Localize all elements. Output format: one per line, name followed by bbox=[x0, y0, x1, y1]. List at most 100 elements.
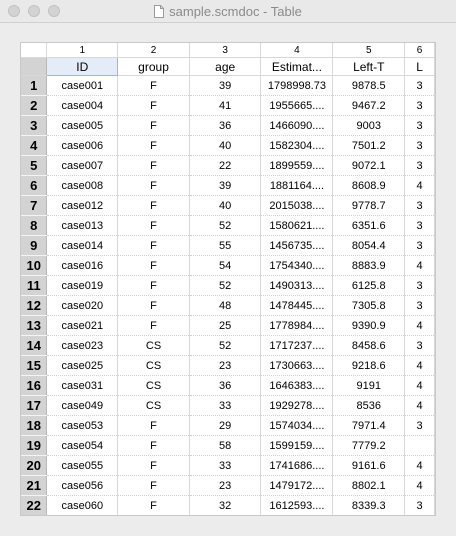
table-cell[interactable]: F bbox=[117, 455, 190, 476]
table-cell[interactable]: CS bbox=[117, 395, 190, 416]
table-cell[interactable]: 55 bbox=[189, 235, 262, 256]
table-cell[interactable]: 4 bbox=[404, 455, 435, 476]
row-number[interactable]: 15 bbox=[21, 355, 48, 376]
table-cell[interactable]: 29 bbox=[189, 415, 262, 436]
table-cell[interactable]: 3 bbox=[404, 235, 435, 256]
table-cell[interactable]: F bbox=[117, 295, 190, 316]
column-header[interactable]: L bbox=[404, 57, 435, 76]
table-cell[interactable]: 6351.6 bbox=[332, 215, 406, 236]
table-cell[interactable]: case031 bbox=[46, 375, 119, 396]
table-cell[interactable]: 52 bbox=[189, 215, 262, 236]
table-cell[interactable]: 8802.1 bbox=[332, 475, 406, 496]
table-cell[interactable]: 3 bbox=[404, 115, 435, 136]
table-row[interactable]: 16 case031 CS 36 1646383.... 9191 4 bbox=[21, 375, 435, 396]
table-cell[interactable]: 1754340.... bbox=[260, 255, 334, 276]
column-header[interactable]: age bbox=[189, 57, 262, 76]
table-cell[interactable]: F bbox=[117, 435, 190, 456]
table-cell[interactable]: case013 bbox=[46, 215, 119, 236]
table-cell[interactable]: case007 bbox=[46, 155, 119, 176]
table-row[interactable]: 18 case053 F 29 1574034.... 7971.4 3 bbox=[21, 415, 435, 436]
table-cell[interactable]: case055 bbox=[46, 455, 119, 476]
table-cell[interactable]: 1717237.... bbox=[260, 335, 334, 356]
table-cell[interactable]: F bbox=[117, 175, 190, 196]
table-cell[interactable]: F bbox=[117, 135, 190, 156]
row-number[interactable]: 7 bbox=[21, 195, 48, 216]
table-cell[interactable]: case014 bbox=[46, 235, 119, 256]
table-cell[interactable]: 6125.8 bbox=[332, 275, 406, 296]
table-cell[interactable]: 7971.4 bbox=[332, 415, 406, 436]
table-cell[interactable]: 9191 bbox=[332, 375, 406, 396]
table-cell[interactable]: case005 bbox=[46, 115, 119, 136]
row-number[interactable]: 17 bbox=[21, 395, 48, 416]
table-cell[interactable]: case061 bbox=[47, 516, 118, 517]
table-row[interactable]: 3 case005 F 36 1466090.... 9003 3 bbox=[21, 115, 435, 136]
table-cell[interactable]: 9778.7 bbox=[332, 195, 406, 216]
table-cell[interactable]: 9003 bbox=[332, 115, 406, 136]
table-cell[interactable]: case012 bbox=[46, 195, 119, 216]
table-cell[interactable]: 40 bbox=[189, 135, 262, 156]
table-cell[interactable]: F bbox=[117, 495, 190, 515]
table-cell[interactable]: CS bbox=[117, 375, 190, 396]
table-row[interactable]: 13 case021 F 25 1778984.... 9390.9 4 bbox=[21, 315, 435, 336]
table-cell[interactable]: F bbox=[117, 475, 190, 496]
table-cell[interactable]: 1466090.... bbox=[260, 115, 334, 136]
table-cell[interactable]: 3 bbox=[404, 275, 435, 296]
table-cell[interactable]: F bbox=[117, 315, 190, 336]
table-cell[interactable]: 3 bbox=[404, 495, 435, 515]
table-cell[interactable]: 32 bbox=[189, 495, 262, 515]
table-cell[interactable]: 33 bbox=[189, 395, 262, 416]
table-cell[interactable]: 8339.3 bbox=[332, 495, 406, 515]
table-row[interactable]: 22 case060 F 32 1612593.... 8339.3 3 bbox=[21, 495, 435, 515]
row-number[interactable]: 21 bbox=[21, 475, 48, 496]
column-number[interactable]: 5 bbox=[332, 43, 406, 58]
table-row[interactable]: 20 case055 F 33 1741686.... 9161.6 4 bbox=[21, 455, 435, 476]
table-cell[interactable]: F bbox=[117, 275, 190, 296]
table-cell[interactable]: 3 bbox=[404, 335, 435, 356]
table-cell[interactable]: 25 bbox=[189, 315, 262, 336]
column-number[interactable]: 6 bbox=[404, 43, 435, 58]
row-number[interactable]: 4 bbox=[21, 135, 48, 156]
table-cell[interactable]: 22 bbox=[189, 155, 262, 176]
table-cell[interactable]: 2015038.... bbox=[260, 195, 334, 216]
table-cell[interactable]: case016 bbox=[46, 255, 119, 276]
table-cell[interactable]: F bbox=[117, 255, 190, 276]
table-cell[interactable]: case019 bbox=[46, 275, 119, 296]
column-header[interactable]: Left-T bbox=[332, 57, 406, 76]
table-cell[interactable]: 1582304.... bbox=[260, 135, 334, 156]
table-cell[interactable]: 52 bbox=[189, 275, 262, 296]
table-cell[interactable]: case053 bbox=[46, 415, 119, 436]
column-header[interactable]: Estimat... bbox=[260, 57, 334, 76]
table-cell[interactable]: 3 bbox=[404, 415, 435, 436]
table-cell[interactable]: 54 bbox=[189, 255, 262, 276]
table-cell[interactable]: 1899559.... bbox=[260, 155, 334, 176]
table-cell[interactable]: 1580621.... bbox=[260, 215, 334, 236]
table-cell[interactable]: 4 bbox=[404, 395, 435, 416]
table-cell[interactable]: 1490313.... bbox=[260, 275, 334, 296]
row-number[interactable]: 19 bbox=[21, 435, 48, 456]
table-cell[interactable]: case049 bbox=[46, 395, 119, 416]
table-cell[interactable]: 9467.2 bbox=[332, 95, 406, 116]
table-cell[interactable]: 1955665.... bbox=[260, 95, 334, 116]
column-number[interactable]: 4 bbox=[260, 43, 334, 58]
table-cell[interactable]: F bbox=[117, 95, 190, 116]
column-number[interactable]: 3 bbox=[189, 43, 262, 58]
table-cell[interactable]: 1881164.... bbox=[260, 175, 334, 196]
table-cell[interactable]: 52 bbox=[189, 335, 262, 356]
table-cell[interactable]: 4 bbox=[405, 516, 435, 517]
table-cell[interactable]: 23 bbox=[189, 475, 262, 496]
table-cell[interactable]: 8054.4 bbox=[332, 235, 406, 256]
table-row[interactable]: 9 case014 F 55 1456735.... 8054.4 3 bbox=[21, 235, 435, 256]
table-cell[interactable]: F bbox=[117, 215, 190, 236]
table-cell[interactable]: 48 bbox=[189, 295, 262, 316]
table-cell[interactable]: 4 bbox=[404, 175, 435, 196]
table-cell[interactable]: 4 bbox=[404, 255, 435, 276]
table-row[interactable]: 23case061CS411659178....10319.64 bbox=[21, 516, 435, 517]
table-cell[interactable]: 3 bbox=[404, 155, 435, 176]
table-cell[interactable]: F bbox=[117, 155, 190, 176]
table-row[interactable]: 5 case007 F 22 1899559.... 9072.1 3 bbox=[21, 155, 435, 176]
table-cell[interactable]: case004 bbox=[46, 95, 119, 116]
table-cell[interactable]: 4 bbox=[404, 475, 435, 496]
table-cell[interactable]: F bbox=[117, 115, 190, 136]
table-row[interactable]: 19 case054 F 58 1599159.... 7779.2 bbox=[21, 435, 435, 456]
table-row[interactable]: 4 case006 F 40 1582304.... 7501.2 3 bbox=[21, 135, 435, 156]
